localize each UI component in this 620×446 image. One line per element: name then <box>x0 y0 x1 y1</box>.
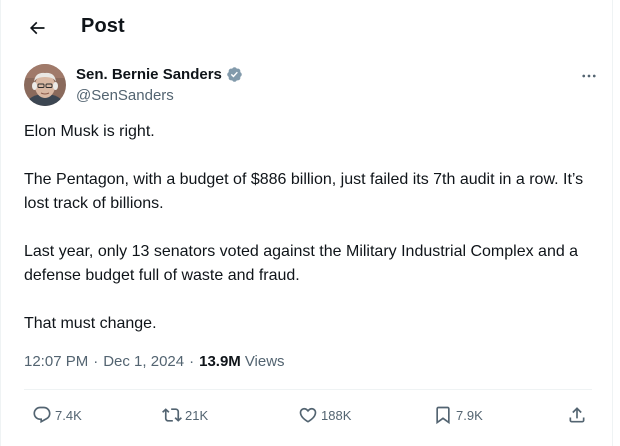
reply-count: 7.4K <box>55 407 82 423</box>
views-count[interactable]: 13.9M <box>199 353 241 370</box>
post-paragraph: Last year, only 13 senators voted agains… <box>24 243 579 284</box>
divider <box>24 389 592 390</box>
left-border <box>0 0 1 446</box>
post-text: Elon Musk is right. The Pentagon, with a… <box>24 120 584 336</box>
like-count: 188K <box>321 407 352 423</box>
meta-separator: · <box>93 353 99 370</box>
author-display-name[interactable]: Sen. Bernie Sanders <box>76 66 222 83</box>
repost-button[interactable]: 21K <box>162 398 208 432</box>
more-horizontal-icon <box>582 74 596 78</box>
post-metadata: 12:07 PM · Dec 1, 2024 · 13.9M Views <box>24 353 285 370</box>
repost-icon <box>162 408 182 422</box>
post-header: Post <box>0 0 612 54</box>
avatar[interactable] <box>24 64 66 106</box>
like-button[interactable]: 188K <box>298 398 351 432</box>
name-row: Sen. Bernie Sanders <box>76 66 243 83</box>
post-paragraph: The Pentagon, with a budget of $886 bill… <box>24 171 584 212</box>
repost-count: 21K <box>185 407 209 423</box>
author-handle[interactable]: @SenSanders <box>76 87 174 104</box>
reply-icon <box>33 406 51 424</box>
bookmark-count: 7.9K <box>456 407 483 423</box>
bookmark-icon <box>436 406 450 425</box>
post-paragraph: That must change. <box>24 315 157 332</box>
bookmark-button[interactable]: 7.9K <box>433 398 483 432</box>
share-button[interactable] <box>567 398 587 432</box>
action-bar: 7.4K 21K 188K 7.9K <box>24 398 592 432</box>
post-date[interactable]: Dec 1, 2024 <box>103 353 184 370</box>
page-title: Post <box>81 15 125 37</box>
more-options-button[interactable] <box>572 62 606 90</box>
back-button[interactable] <box>22 13 52 43</box>
right-border <box>612 0 613 446</box>
meta-separator: · <box>189 353 195 370</box>
reply-button[interactable]: 7.4K <box>32 398 82 432</box>
post-paragraph: Elon Musk is right. <box>24 123 155 140</box>
views-label: Views <box>244 353 285 370</box>
post-author: Sen. Bernie Sanders @SenSanders <box>24 62 596 108</box>
share-icon <box>569 407 585 423</box>
avatar-image <box>24 64 66 106</box>
heart-icon <box>299 407 317 423</box>
arrow-left-icon <box>29 21 45 35</box>
verified-badge-icon[interactable] <box>226 66 243 83</box>
post-time[interactable]: 12:07 PM <box>24 353 88 370</box>
